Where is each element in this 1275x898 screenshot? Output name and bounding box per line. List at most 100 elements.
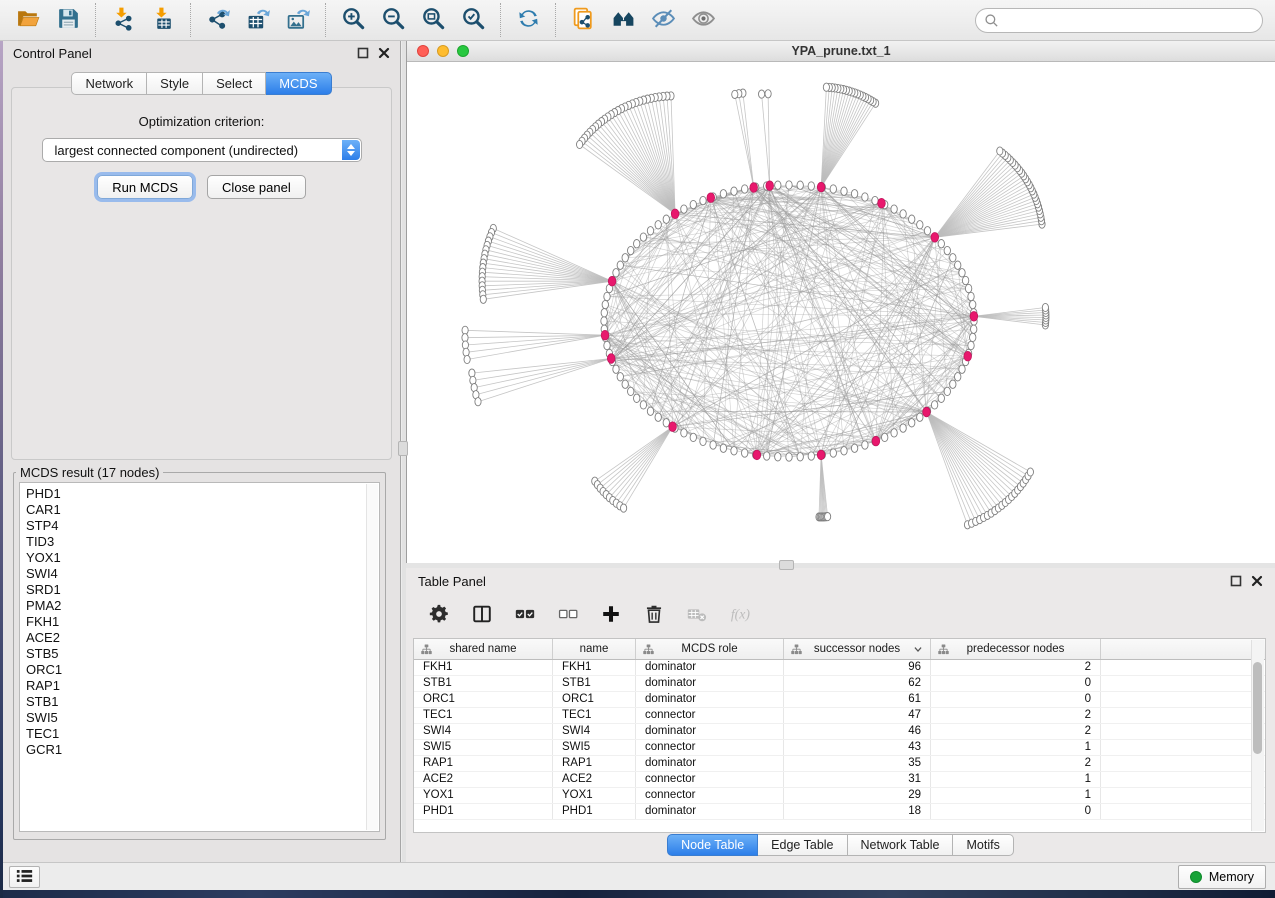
network-edge[interactable] xyxy=(465,330,605,335)
network-hub-node[interactable] xyxy=(707,193,715,203)
network-node[interactable] xyxy=(700,196,706,204)
table-cell[interactable]: 47 xyxy=(784,708,931,723)
network-edge[interactable] xyxy=(606,427,672,495)
table-row[interactable]: ACE2ACE2connector311 xyxy=(414,772,1265,788)
tab-style[interactable]: Style xyxy=(147,72,203,95)
network-node[interactable] xyxy=(882,433,888,441)
search-input[interactable] xyxy=(975,8,1263,33)
network-edge[interactable] xyxy=(472,359,611,374)
network-node[interactable] xyxy=(604,292,610,300)
network-edge[interactable] xyxy=(611,115,675,214)
table-cell[interactable]: TEC1 xyxy=(414,708,553,723)
network-leaf-node[interactable] xyxy=(577,140,583,148)
optimization-criterion-select[interactable]: largest connected component (undirected) xyxy=(42,138,362,162)
deselect-all-button[interactable] xyxy=(555,602,581,628)
network-leaf-node[interactable] xyxy=(759,90,765,98)
network-node[interactable] xyxy=(797,453,803,461)
table-cell[interactable]: SWI4 xyxy=(414,724,553,739)
column-header-predecessor-nodes[interactable]: predecessor nodes xyxy=(931,639,1101,659)
network-node[interactable] xyxy=(970,333,976,341)
network-node[interactable] xyxy=(950,380,956,388)
network-node[interactable] xyxy=(924,227,930,235)
network-edge[interactable] xyxy=(620,427,673,506)
network-node[interactable] xyxy=(965,284,971,292)
network-node[interactable] xyxy=(720,190,726,198)
network-node[interactable] xyxy=(917,221,923,229)
network-edge[interactable] xyxy=(613,427,673,501)
network-edge[interactable] xyxy=(603,427,673,492)
table-cell[interactable]: 2 xyxy=(931,724,1101,739)
network-hub-node[interactable] xyxy=(878,198,886,208)
mcds-result-item[interactable]: ORC1 xyxy=(20,662,379,678)
delete-rows-button[interactable] xyxy=(641,602,667,628)
tab-select[interactable]: Select xyxy=(203,72,266,95)
mcds-result-item[interactable]: STB5 xyxy=(20,646,379,662)
float-panel-icon[interactable] xyxy=(357,47,369,59)
table-cell[interactable]: 1 xyxy=(931,772,1101,787)
table-cell[interactable]: dominator xyxy=(636,724,784,739)
network-leaf-node[interactable] xyxy=(1042,303,1048,311)
network-node[interactable] xyxy=(959,365,965,373)
network-node[interactable] xyxy=(862,193,868,201)
table-cell[interactable]: SWI5 xyxy=(414,740,553,755)
network-node[interactable] xyxy=(944,246,950,254)
task-history-button[interactable] xyxy=(9,866,40,888)
minimize-window-icon[interactable] xyxy=(437,45,449,57)
network-node[interactable] xyxy=(808,182,814,190)
mcds-result-item[interactable]: GCR1 xyxy=(20,742,379,758)
network-node[interactable] xyxy=(690,200,696,208)
network-node[interactable] xyxy=(622,254,628,262)
table-cell[interactable]: PHD1 xyxy=(414,804,553,819)
mcds-result-item[interactable]: CAR1 xyxy=(20,502,379,518)
table-cell[interactable]: connector xyxy=(636,772,784,787)
table-cell[interactable]: RAP1 xyxy=(414,756,553,771)
table-cell[interactable]: YOX1 xyxy=(553,788,636,803)
table-row[interactable]: PHD1PHD1dominator180 xyxy=(414,804,1265,820)
network-node[interactable] xyxy=(830,449,836,457)
network-leaf-node[interactable] xyxy=(765,90,771,98)
mcds-result-item[interactable]: PHD1 xyxy=(20,486,379,502)
zoom-fit-button[interactable] xyxy=(413,1,453,39)
network-leaf-node[interactable] xyxy=(1027,468,1033,476)
mcds-result-item[interactable]: SRD1 xyxy=(20,582,379,598)
first-neighbors-button[interactable] xyxy=(603,1,643,39)
table-cell[interactable]: FKH1 xyxy=(414,660,553,675)
network-node[interactable] xyxy=(841,447,847,455)
table-cell[interactable]: RAP1 xyxy=(553,756,636,771)
network-node[interactable] xyxy=(851,444,857,452)
network-edge[interactable] xyxy=(474,359,611,388)
network-node[interactable] xyxy=(710,441,716,449)
network-hub-node[interactable] xyxy=(607,354,615,364)
mcds-result-item[interactable]: YOX1 xyxy=(20,550,379,566)
table-row[interactable]: STB1STB1dominator620 xyxy=(414,676,1265,692)
network-node[interactable] xyxy=(917,413,923,421)
export-image-button[interactable] xyxy=(278,1,318,39)
mcds-result-item[interactable]: SWI5 xyxy=(20,710,379,726)
table-scrollbar[interactable] xyxy=(1251,640,1264,831)
table-cell[interactable]: 2 xyxy=(931,756,1101,771)
network-node[interactable] xyxy=(742,449,748,457)
network-graph[interactable] xyxy=(407,62,1275,563)
network-edge[interactable] xyxy=(598,124,675,214)
table-cell[interactable]: 31 xyxy=(784,772,931,787)
network-leaf-node[interactable] xyxy=(480,295,486,303)
network-node[interactable] xyxy=(797,181,803,189)
table-cell[interactable]: FKH1 xyxy=(553,660,636,675)
network-node[interactable] xyxy=(613,365,619,373)
network-edge[interactable] xyxy=(622,109,676,214)
network-hub-node[interactable] xyxy=(669,422,677,432)
table-cell[interactable]: 29 xyxy=(784,788,931,803)
zoom-selected-button[interactable] xyxy=(453,1,493,39)
close-table-panel-icon[interactable] xyxy=(1251,575,1263,587)
network-node[interactable] xyxy=(634,240,640,248)
add-row-button[interactable] xyxy=(598,602,624,628)
network-hub-node[interactable] xyxy=(753,450,761,460)
network-node[interactable] xyxy=(604,341,610,349)
network-leaf-node[interactable] xyxy=(997,147,1003,155)
network-node[interactable] xyxy=(690,433,696,441)
network-node[interactable] xyxy=(891,429,897,437)
network-node[interactable] xyxy=(681,205,687,213)
network-node[interactable] xyxy=(909,419,915,427)
network-hub-node[interactable] xyxy=(766,181,774,191)
tab-network-table[interactable]: Network Table xyxy=(848,834,954,856)
